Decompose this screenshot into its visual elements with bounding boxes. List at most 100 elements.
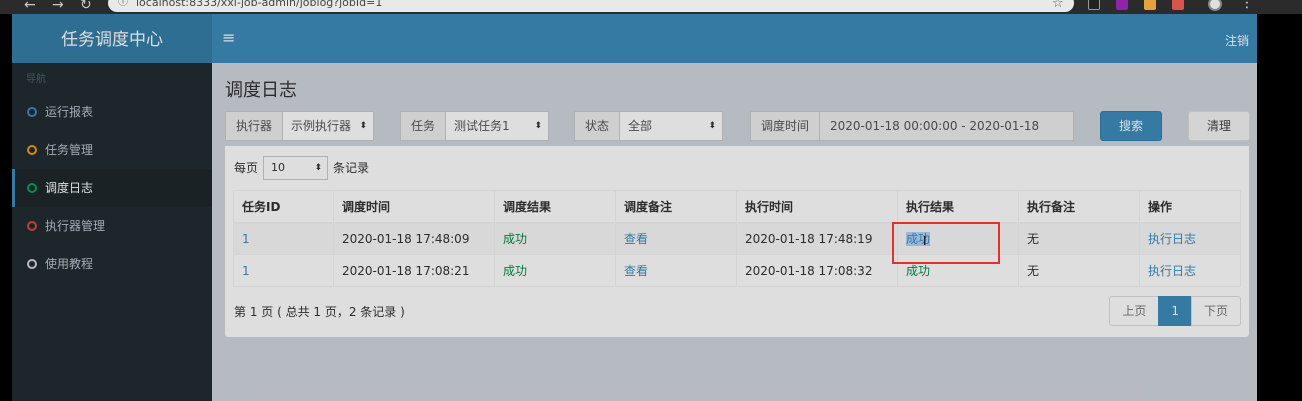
per-page-prefix: 每页 xyxy=(234,161,259,175)
browser-menu-icon[interactable]: ⋮ xyxy=(1240,0,1254,11)
executor-select[interactable]: 示例执行器 ⬍ xyxy=(283,111,375,141)
reload-icon[interactable]: ↻ xyxy=(80,0,92,13)
job-id-link[interactable]: 1 xyxy=(242,264,250,278)
extension-icon[interactable] xyxy=(1116,0,1128,10)
trigger-time-cell: 2020-01-18 17:08:21 xyxy=(333,254,495,287)
main-content: 调度日志 执行器 示例执行器 ⬍ 任务 测试任务1 ⬍ 状态 全部 ⬍ 调度时间 xyxy=(212,63,1257,401)
forward-arrow-icon[interactable]: → xyxy=(52,0,64,13)
address-bar-url: localhost:8333/xxl-job-admin/joblog?jobI… xyxy=(136,0,383,9)
trigger-time-cell: 2020-01-18 17:48:09 xyxy=(333,222,495,255)
column-header[interactable]: 执行时间 xyxy=(736,190,898,224)
executor-filter: 执行器 示例执行器 ⬍ xyxy=(225,111,375,141)
trigger-msg-link[interactable]: 查看 xyxy=(624,264,648,278)
job-select-value: 测试任务1 xyxy=(454,119,510,133)
pagination: 上页 1 下页 xyxy=(1109,296,1241,326)
sidebar-nav-header: 导航 xyxy=(26,74,46,85)
executor-filter-label: 执行器 xyxy=(225,111,284,141)
app-logo[interactable]: 任务调度中心 xyxy=(12,14,212,63)
window-edge xyxy=(1257,14,1302,401)
execution-log-link[interactable]: 执行日志 xyxy=(1148,232,1196,246)
browser-chrome: ← → ↻ ⓘ localhost:8333/xxl-job-admin/job… xyxy=(0,0,1302,14)
status-select[interactable]: 全部 ⬍ xyxy=(620,111,724,141)
handle-result: 成功 xyxy=(906,264,931,278)
hamburger-menu-icon[interactable]: ≡ xyxy=(222,28,235,47)
sidebar-item-jobs[interactable]: 任务管理 xyxy=(12,131,212,169)
page-title: 调度日志 xyxy=(225,80,297,101)
sidebar-item-label: 执行器管理 xyxy=(45,219,106,233)
job-log-table: 任务ID 调度时间 调度结果 调度备注 执行时间 执行结果 执行备注 操作 1 … xyxy=(233,190,1241,287)
time-filter: 调度时间 2020-01-18 00:00:00 - 2020-01-18 23… xyxy=(750,111,1075,161)
trigger-msg-link[interactable]: 查看 xyxy=(624,232,648,246)
circle-icon xyxy=(27,107,37,117)
extension-icon[interactable] xyxy=(1088,0,1100,10)
per-page-control: 每页 10 ⬍ 条记录 xyxy=(234,156,369,180)
per-page-suffix: 条记录 xyxy=(333,161,370,175)
text-cursor-icon: I xyxy=(923,234,927,248)
handle-msg-cell: 无 xyxy=(1018,222,1140,255)
status-select-value: 全部 xyxy=(628,119,653,133)
log-list-box: 每页 10 ⬍ 条记录 任务ID 调度时间 调度结果 调度备注 执行时间 执行结… xyxy=(225,143,1249,337)
column-header[interactable]: 执行结果 xyxy=(897,190,1019,224)
handle-time-cell: 2020-01-18 17:08:32 xyxy=(736,254,898,287)
info-icon: ⓘ xyxy=(118,0,128,8)
sidebar-item-label: 运行报表 xyxy=(45,105,94,119)
sidebar-item-help[interactable]: 使用教程 xyxy=(12,245,212,283)
pagination-info: 第 1 页 ( 总共 1 页，2 条记录 ) xyxy=(234,305,405,319)
logout-link[interactable]: 注销 xyxy=(1225,14,1249,69)
column-header[interactable]: 调度结果 xyxy=(494,190,616,224)
address-bar[interactable]: ⓘ localhost:8333/xxl-job-admin/joblog?jo… xyxy=(108,0,1074,12)
sidebar-item-joblog[interactable]: 调度日志 xyxy=(12,169,212,207)
job-filter-label: 任务 xyxy=(400,111,447,141)
time-range-input[interactable]: 2020-01-18 00:00:00 - 2020-01-18 23:59:5 xyxy=(820,111,1075,161)
status-filter: 状态 全部 ⬍ xyxy=(574,111,724,141)
column-header[interactable]: 调度时间 xyxy=(333,190,495,224)
sidebar-item-label: 调度日志 xyxy=(45,181,94,195)
status-filter-label: 状态 xyxy=(574,111,621,141)
handle-time-cell: 2020-01-18 17:48:19 xyxy=(736,222,898,255)
clear-button[interactable]: 清理 xyxy=(1188,111,1250,141)
per-page-select[interactable]: 10 ⬍ xyxy=(263,156,329,180)
page-1-button[interactable]: 1 xyxy=(1158,296,1192,326)
select-caret-icon: ⬍ xyxy=(359,121,368,131)
sidebar-item-executors[interactable]: 执行器管理 xyxy=(12,207,212,245)
bookmark-star-icon[interactable]: ☆ xyxy=(1052,0,1064,11)
circle-icon xyxy=(27,183,37,193)
time-filter-label: 调度时间 xyxy=(750,111,821,141)
extension-icon[interactable] xyxy=(1144,0,1156,10)
top-header: 任务调度中心 ≡ 注销 xyxy=(12,14,1257,63)
column-header[interactable]: 任务ID xyxy=(233,190,334,224)
table-row: 1 2020-01-18 17:48:09 成功 查看 2020-01-18 1… xyxy=(233,222,1241,255)
trigger-result: 成功 xyxy=(503,232,528,247)
sidebar-item-label: 任务管理 xyxy=(45,143,94,157)
handle-msg-cell: 无 xyxy=(1018,254,1140,287)
table-row: 1 2020-01-18 17:08:21 成功 查看 2020-01-18 1… xyxy=(233,254,1241,287)
app-page: 任务调度中心 ≡ 注销 导航 运行报表 任务管理 调度日志 执行器管理 使用教程… xyxy=(12,14,1257,401)
profile-avatar-icon[interactable] xyxy=(1208,0,1222,11)
table-header-row: 任务ID 调度时间 调度结果 调度备注 执行时间 执行结果 执行备注 操作 xyxy=(233,190,1241,224)
trigger-result: 成功 xyxy=(503,264,528,278)
column-header[interactable]: 调度备注 xyxy=(615,190,737,224)
back-arrow-icon[interactable]: ← xyxy=(24,0,36,13)
extension-icon[interactable] xyxy=(1172,0,1184,10)
select-caret-icon: ⬍ xyxy=(314,163,323,173)
next-page-button[interactable]: 下页 xyxy=(1190,296,1241,326)
execution-log-link[interactable]: 执行日志 xyxy=(1148,264,1196,278)
job-select[interactable]: 测试任务1 ⬍ xyxy=(446,111,550,141)
select-caret-icon: ⬍ xyxy=(534,121,543,131)
job-filter: 任务 测试任务1 ⬍ xyxy=(400,111,550,141)
column-header[interactable]: 执行备注 xyxy=(1018,190,1140,224)
circle-icon xyxy=(27,259,37,269)
per-page-value: 10 xyxy=(271,161,286,174)
sidebar: 导航 运行报表 任务管理 调度日志 执行器管理 使用教程 xyxy=(12,63,212,401)
executor-select-value: 示例执行器 xyxy=(291,119,352,133)
circle-icon xyxy=(27,221,37,231)
annotation-highlight-box xyxy=(892,222,1000,264)
column-header[interactable]: 操作 xyxy=(1139,190,1241,224)
search-button[interactable]: 搜索 xyxy=(1100,111,1162,141)
job-id-link[interactable]: 1 xyxy=(242,232,250,246)
prev-page-button[interactable]: 上页 xyxy=(1109,296,1160,326)
select-caret-icon: ⬍ xyxy=(708,121,717,131)
sidebar-item-label: 使用教程 xyxy=(45,257,94,271)
circle-icon xyxy=(27,145,37,155)
sidebar-item-report[interactable]: 运行报表 xyxy=(12,93,212,131)
